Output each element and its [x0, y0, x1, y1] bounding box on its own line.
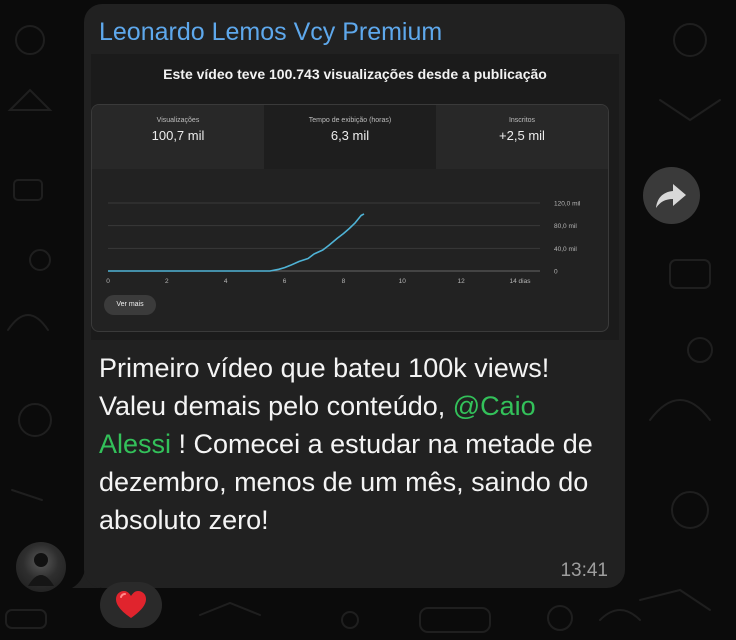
forward-icon	[656, 184, 686, 208]
message-text-part: ! Comecei a estudar na metade de dezembr…	[99, 429, 593, 535]
heart-icon	[116, 591, 146, 618]
reaction-badge[interactable]	[100, 582, 162, 628]
avatar-icon	[28, 553, 54, 586]
x-tick-label: 2	[165, 278, 169, 285]
metric-value: +2,5 mil	[499, 128, 545, 143]
views-line-chart: 0 40,0 mil 80,0 mil 120,0 mil 0 2 4 6 8 10 12 14 di…	[106, 201, 581, 286]
y-tick-label: 0	[554, 269, 558, 276]
metric-label: Inscritos	[508, 117, 536, 124]
metric-label: Tempo de exibição (horas)	[308, 117, 392, 124]
analytics-card[interactable]: Este vídeo teve 100.743 visualizações de…	[91, 54, 619, 340]
metric-watch-time: Tempo de exibição (horas) 6,3 mil	[264, 105, 436, 169]
x-tick-label: 8	[342, 278, 346, 285]
x-tick-label: 4	[224, 278, 228, 285]
see-more-button[interactable]: Ver mais	[104, 295, 156, 315]
x-tick-label: 6	[283, 278, 287, 285]
forward-button[interactable]	[643, 167, 700, 224]
metric-subscribers: Inscritos +2,5 mil	[436, 105, 608, 169]
y-tick-label: 80,0 mil	[554, 223, 577, 230]
x-tick-label: 14 dias	[510, 278, 532, 285]
views-series-line	[108, 213, 365, 272]
y-tick-label: 120,0 mil	[554, 201, 581, 208]
x-tick-label: 10	[399, 278, 407, 285]
metric-views: Visualizações 100,7 mil	[92, 105, 264, 169]
y-tick-label: 40,0 mil	[554, 246, 577, 253]
analytics-headline: Este vídeo teve 100.743 visualizações de…	[163, 66, 547, 82]
message-timestamp: 13:41	[560, 560, 608, 581]
x-tick-label: 12	[458, 278, 466, 285]
metric-value: 6,3 mil	[330, 128, 370, 143]
sender-name[interactable]: Leonardo Lemos Vcy Premium	[99, 18, 442, 47]
message-text: Primeiro vídeo que bateu 100k views! Val…	[99, 349, 609, 539]
message-bubble[interactable]: Leonardo Lemos Vcy Premium Este vídeo te…	[84, 4, 625, 588]
sender-avatar[interactable]	[16, 542, 66, 592]
x-tick-label: 0	[106, 278, 110, 285]
metric-value: 100,7 mil	[151, 128, 205, 143]
metric-label: Visualizações	[156, 117, 200, 124]
metrics-panel: Visualizações 100,7 mil Tempo de exibiçã…	[91, 104, 609, 332]
